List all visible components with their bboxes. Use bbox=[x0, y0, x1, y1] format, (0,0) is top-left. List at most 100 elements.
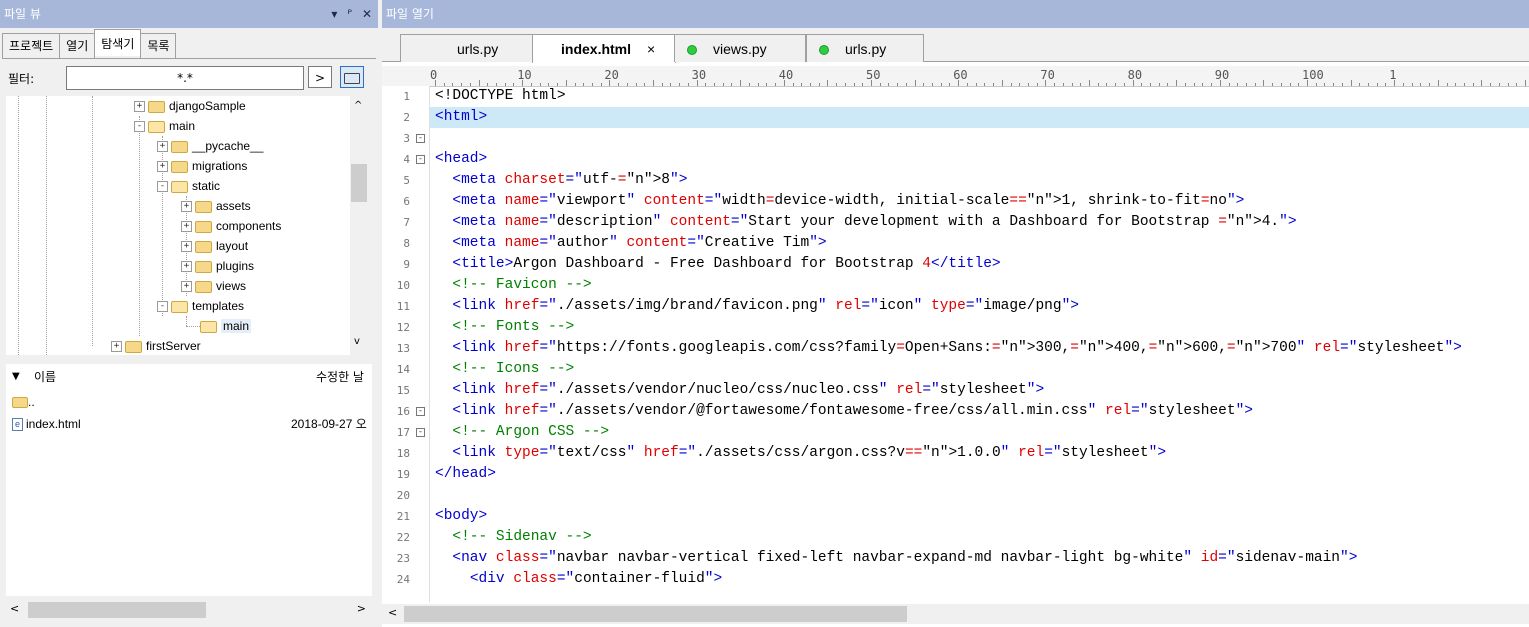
expand-icon[interactable]: + bbox=[181, 221, 192, 233]
fold-toggle-icon[interactable]: - bbox=[416, 407, 425, 416]
tree-node[interactable]: + firstServer bbox=[111, 336, 201, 355]
list-item[interactable]: .. bbox=[12, 392, 35, 412]
tree-node[interactable]: + layout bbox=[181, 236, 248, 256]
ruler-number: 40 bbox=[778, 68, 794, 82]
tab-views-py[interactable]: views.py bbox=[674, 34, 806, 62]
tab-project[interactable]: 프로젝트 bbox=[2, 33, 61, 58]
scroll-up-icon[interactable]: ^ bbox=[354, 100, 362, 111]
code-line[interactable]: <!-- Fonts --> bbox=[430, 317, 1529, 338]
code-line[interactable]: <html> bbox=[430, 107, 1529, 128]
filter-go-button[interactable]: > bbox=[308, 66, 332, 88]
scrollbar-thumb[interactable] bbox=[28, 602, 206, 618]
close-icon[interactable]: ✕ bbox=[362, 0, 372, 28]
code-line[interactable]: <meta name="author" content="Creative Ti… bbox=[430, 233, 1529, 254]
tab-open[interactable]: 열기 bbox=[59, 33, 96, 58]
code-line[interactable]: <!-- Argon CSS --> bbox=[430, 422, 1529, 443]
code-line[interactable]: </head> bbox=[430, 464, 1529, 485]
line-number-gutter: 1 2 3-4-5 6 7 8 9 10 11 12 13 14 15 16-17-18 19 20 21 22 2… bbox=[382, 86, 430, 602]
tab-list[interactable]: 목록 bbox=[140, 33, 177, 58]
tree-node[interactable]: + __pycache__ bbox=[157, 136, 263, 156]
expand-icon[interactable]: + bbox=[181, 201, 192, 213]
ruler-number: 90 bbox=[1214, 68, 1230, 82]
code-line[interactable]: <link href="https://fonts.googleapis.com… bbox=[430, 338, 1529, 359]
scrollbar-thumb[interactable] bbox=[404, 606, 907, 622]
code-line[interactable]: <head> bbox=[430, 149, 1529, 170]
ruler-number: 50 bbox=[866, 68, 881, 82]
sort-arrow-icon[interactable]: ▼ bbox=[12, 364, 20, 390]
folder-icon bbox=[195, 280, 212, 293]
tab-urls-py-2[interactable]: urls.py bbox=[806, 34, 924, 62]
tree-node[interactable]: - templates bbox=[157, 296, 244, 316]
code-line[interactable]: <!-- Sidenav --> bbox=[430, 527, 1529, 548]
folder-browse-button[interactable] bbox=[340, 66, 364, 88]
scroll-right-icon[interactable]: > bbox=[357, 602, 366, 615]
expand-icon[interactable]: + bbox=[157, 161, 168, 173]
expand-icon[interactable]: + bbox=[157, 141, 168, 153]
file-list-header: ▼ 이름 수정한 날 bbox=[6, 364, 372, 390]
editor-horizontal-scrollbar[interactable]: < bbox=[382, 604, 1529, 624]
line-number: 9 bbox=[403, 258, 410, 271]
fold-toggle-icon[interactable]: - bbox=[416, 155, 425, 164]
tree-vertical-scrollbar[interactable]: ^ v bbox=[350, 96, 368, 355]
expand-icon[interactable]: + bbox=[181, 281, 192, 293]
code-line[interactable]: <meta charset="utf-="n">8"> bbox=[430, 170, 1529, 191]
expand-icon[interactable]: + bbox=[181, 241, 192, 253]
file-list: ▼ 이름 수정한 날 .. e index.html 2018-09-27 오 bbox=[6, 364, 372, 596]
filter-input[interactable]: *.* bbox=[66, 66, 304, 90]
code-line[interactable]: <title>Argon Dashboard - Free Dashboard … bbox=[430, 254, 1529, 275]
line-number: 10 bbox=[396, 279, 410, 292]
column-modified[interactable]: 수정한 날 bbox=[316, 364, 372, 390]
code-line[interactable]: <!DOCTYPE html> bbox=[430, 86, 1529, 107]
folder-icon bbox=[195, 240, 212, 253]
line-number: 2 bbox=[403, 111, 410, 124]
code-line[interactable]: <meta name="viewport" content="width=dev… bbox=[430, 191, 1529, 212]
file-list-horizontal-scrollbar[interactable]: < > bbox=[6, 600, 372, 620]
tab-explorer[interactable]: 탐색기 bbox=[94, 29, 142, 56]
code-line[interactable] bbox=[430, 485, 1529, 506]
code-line[interactable] bbox=[430, 128, 1529, 149]
expand-icon[interactable]: + bbox=[111, 341, 122, 353]
folder-icon bbox=[125, 340, 142, 353]
tree-node[interactable]: + views bbox=[181, 276, 246, 296]
close-tab-icon[interactable]: × bbox=[647, 41, 655, 57]
column-name[interactable]: 이름 bbox=[34, 364, 56, 390]
code-line[interactable]: <div class="container-fluid"> bbox=[430, 569, 1529, 590]
tree-node-selected[interactable]: main bbox=[200, 316, 252, 336]
tree-node[interactable]: + djangoSample bbox=[134, 96, 246, 116]
code-line[interactable]: <link href="./assets/vendor/@fortawesome… bbox=[430, 401, 1529, 422]
tab-index-html[interactable]: index.html × bbox=[532, 34, 676, 63]
code-line[interactable]: <link href="./assets/img/brand/favicon.p… bbox=[430, 296, 1529, 317]
code-editor[interactable]: <!DOCTYPE html> <html> <head> <meta charse… bbox=[430, 86, 1529, 602]
fold-toggle-icon[interactable]: - bbox=[416, 134, 425, 143]
code-line[interactable]: <link type="text/css" href="./assets/css… bbox=[430, 443, 1529, 464]
folder-icon bbox=[195, 260, 212, 273]
line-number: 17 bbox=[396, 426, 410, 439]
scroll-left-icon[interactable]: < bbox=[388, 606, 397, 619]
code-line[interactable]: <link href="./assets/vendor/nucleo/css/n… bbox=[430, 380, 1529, 401]
code-line[interactable]: <body> bbox=[430, 506, 1529, 527]
dropdown-icon[interactable]: ▾ bbox=[331, 0, 337, 28]
tab-urls-py[interactable]: urls.py bbox=[400, 34, 538, 62]
scroll-left-icon[interactable]: < bbox=[10, 602, 19, 615]
scroll-down-icon[interactable]: v bbox=[354, 336, 360, 347]
collapse-icon[interactable]: - bbox=[134, 121, 145, 133]
expand-icon[interactable]: + bbox=[181, 261, 192, 273]
tree-node[interactable]: + components bbox=[181, 216, 281, 236]
tree-node[interactable]: + assets bbox=[181, 196, 251, 216]
tree-node[interactable]: + migrations bbox=[157, 156, 247, 176]
tree-node[interactable]: + plugins bbox=[181, 256, 254, 276]
tree-node[interactable]: - static bbox=[157, 176, 220, 196]
code-line[interactable]: <!-- Favicon --> bbox=[430, 275, 1529, 296]
expand-icon[interactable]: + bbox=[134, 101, 145, 113]
list-item[interactable]: e index.html 2018-09-27 오 bbox=[12, 414, 372, 434]
fold-toggle-icon[interactable]: - bbox=[416, 428, 425, 437]
collapse-icon[interactable]: - bbox=[157, 181, 168, 193]
collapse-icon[interactable]: - bbox=[157, 301, 168, 313]
pin-icon[interactable]: ᴾ bbox=[347, 0, 352, 28]
code-line[interactable]: <nav class="navbar navbar-vertical fixed… bbox=[430, 548, 1529, 569]
scrollbar-thumb[interactable] bbox=[351, 164, 367, 202]
status-dot-icon bbox=[687, 45, 697, 56]
code-line[interactable]: <!-- Icons --> bbox=[430, 359, 1529, 380]
tree-node[interactable]: - main bbox=[134, 116, 195, 136]
code-line[interactable]: <meta name="description" content="Start … bbox=[430, 212, 1529, 233]
